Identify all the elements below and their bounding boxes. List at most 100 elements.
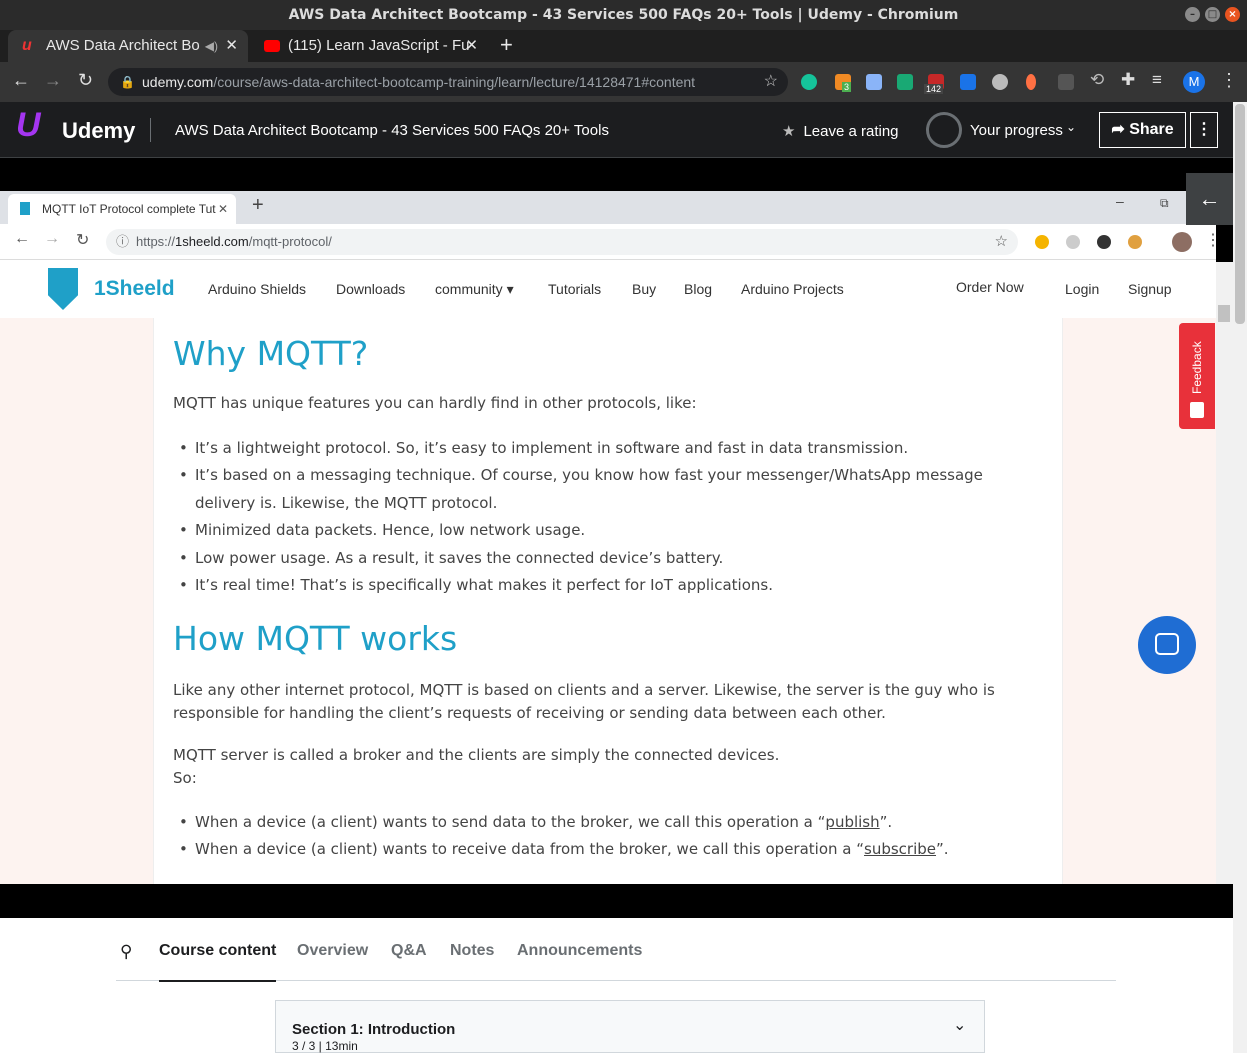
site-navbar: 1Sheeld Arduino Shields Downloads commun… [0,260,1216,318]
extensions-puzzle-icon[interactable]: ✚ [1121,70,1135,90]
chevron-down-icon[interactable]: ⌄ [953,1015,966,1035]
inner-forward-icon: → [44,230,60,247]
list-item: When a device (a client) wants to send d… [179,809,1045,837]
inner-tab-close-icon: ✕ [217,202,228,216]
nav-login: Login [1065,281,1100,297]
inner-url-prefix: https:// [136,234,176,249]
article-content: Why MQTT? MQTT has unique features you c… [153,318,1063,884]
inner-extension-icon [1097,235,1111,249]
nav-signup: Signup [1128,281,1172,297]
tab-qa[interactable]: Q&A [391,942,427,960]
close-window-icon[interactable]: × [1225,7,1240,22]
chat-bubble-icon [1155,633,1179,655]
course-title[interactable]: AWS Data Architect Bootcamp - 43 Service… [175,122,609,139]
nav-arduino-projects: Arduino Projects [741,281,844,297]
inner-star-icon: ☆ [994,233,1008,250]
site-body: Why MQTT? MQTT has unique features you c… [0,318,1216,884]
inner-scrollbar [1216,262,1233,884]
inner-back-icon: ← [14,230,30,247]
tab-audio-icon: ◀) [204,39,218,53]
page-scrollbar-thumb[interactable] [1235,104,1245,324]
history-icon[interactable]: ⟲ [1090,70,1104,90]
tab-close-icon[interactable]: ✕ [465,30,478,62]
address-bar[interactable]: 🔒 udemy.com/course/aws-data-architect-bo… [108,68,788,96]
browser-menu-icon[interactable]: ⋮ [1220,70,1238,91]
tab-udemy[interactable]: u AWS Data Architect Bo ◀) ✕ [8,30,248,62]
header-divider [150,118,151,142]
profile-avatar[interactable]: M [1183,71,1205,93]
nav-order-now: Order Now [956,279,1024,295]
nav-downloads: Downloads [336,281,406,297]
reload-icon[interactable]: ↻ [78,70,93,91]
progress-label: Your progress [970,122,1063,139]
list-item: It’s a lightweight protocol. So, it’s ea… [179,435,1045,463]
tab-notes[interactable]: Notes [450,942,494,960]
nav-arduino-shields: Arduino Shields [208,281,307,297]
course-tabs: ⚲ Course content Overview Q&A Notes Anno… [116,918,1116,982]
op2-text: When a device (a client) wants to receiv… [195,840,865,858]
share-button[interactable]: ➦ Share [1099,112,1186,148]
nav-community: community ▾ [435,281,514,297]
grammarly-extension-icon[interactable] [801,74,817,90]
tab-announcements[interactable]: Announcements [517,942,642,960]
back-arrow-icon[interactable]: ← [12,70,30,91]
section-accordion[interactable]: Section 1: Introduction 3 / 3 | 13min ⌄ [275,1000,985,1053]
extension-blue-icon[interactable] [960,74,976,90]
tab-course-content[interactable]: Course content [159,942,277,982]
minimize-window-icon[interactable]: – [1185,7,1200,22]
extension-cloud-icon[interactable] [992,74,1008,90]
inner-new-tab-icon: + [252,194,264,216]
inner-profile-avatar [1172,232,1192,252]
new-tab-icon[interactable]: + [500,32,513,58]
window-title-bar: AWS Data Architect Bootcamp - 43 Service… [0,0,1247,30]
tab-youtube[interactable]: (115) Learn JavaScript - Fu ✕ [250,30,488,62]
share-icon: ➦ [1111,121,1130,138]
extension-gray-icon[interactable] [1058,74,1074,90]
media-queue-icon[interactable]: ≡ [1152,70,1162,90]
list-item: It’s based on a messaging technique. Of … [179,462,1045,517]
udemy-header: U Udemy AWS Data Architect Bootcamp - 43… [0,102,1233,158]
nav-buy: Buy [632,281,657,297]
feedback-chat-icon [1190,402,1204,418]
docs-extension-icon[interactable] [866,74,882,90]
extension-fire-icon[interactable] [1026,74,1036,90]
extension-green-icon[interactable] [897,74,913,90]
maximize-window-icon[interactable]: □ [1205,7,1220,22]
forward-arrow-icon[interactable]: → [44,70,62,91]
paragraph-broker: MQTT server is called a broker and the c… [173,746,780,764]
browser-tab-strip: u AWS Data Architect Bo ◀) ✕ (115) Learn… [0,30,1247,62]
udemy-favicon-icon: u [22,37,32,54]
more-options-button[interactable]: ⋮ [1190,112,1218,148]
tab-close-icon[interactable]: ✕ [225,30,238,62]
search-icon[interactable]: ⚲ [120,942,132,962]
inner-url-host: 1sheeld.com [175,234,249,249]
list-item: Low power usage. As a result, it saves t… [179,545,1045,573]
1sheeld-logo-icon [48,268,78,310]
lock-icon: 🔒 [120,75,135,89]
feedback-tab: Feedback [1179,323,1215,429]
youtube-favicon-icon [264,40,280,52]
inner-url-path: /mqtt-protocol/ [248,234,332,249]
inner-minimize-icon: – [1116,193,1124,209]
list-item: When a device (a client) wants to receiv… [179,836,1045,864]
tab-overview[interactable]: Overview [297,942,368,960]
udemy-logo-text: Udemy [62,118,136,143]
url-path: /course/aws-data-architect-bootcamp-trai… [213,74,696,90]
section-meta: 3 / 3 | 13min [292,1039,358,1053]
inner-reload-icon: ↻ [76,232,90,249]
browser-toolbar: ← → ↻ 🔒 udemy.com/course/aws-data-archit… [0,62,1247,102]
list-item: It’s real time! That’s is specifically w… [179,572,1045,600]
sidebar-toggle-arrow-icon[interactable]: ← [1186,173,1233,225]
bookmark-star-icon[interactable]: ☆ [764,68,778,96]
section-title: Section 1: Introduction [292,1021,456,1038]
inner-tab-label: MQTT IoT Protocol complete Tut [42,202,216,216]
op1-end: ”. [879,813,893,831]
feedback-label: Feedback [1190,341,1204,394]
op2-end: ”. [936,840,949,858]
url-host: udemy.com [142,74,214,90]
inner-restore-icon: ⧉ [1160,196,1169,210]
inner-tab-mqtt: MQTT IoT Protocol complete Tut ✕ [8,194,236,224]
leave-rating-label: Leave a rating [803,123,899,140]
info-icon: ⓘ [116,234,130,249]
leave-rating-button[interactable]: ★ Leave a rating [782,122,899,140]
